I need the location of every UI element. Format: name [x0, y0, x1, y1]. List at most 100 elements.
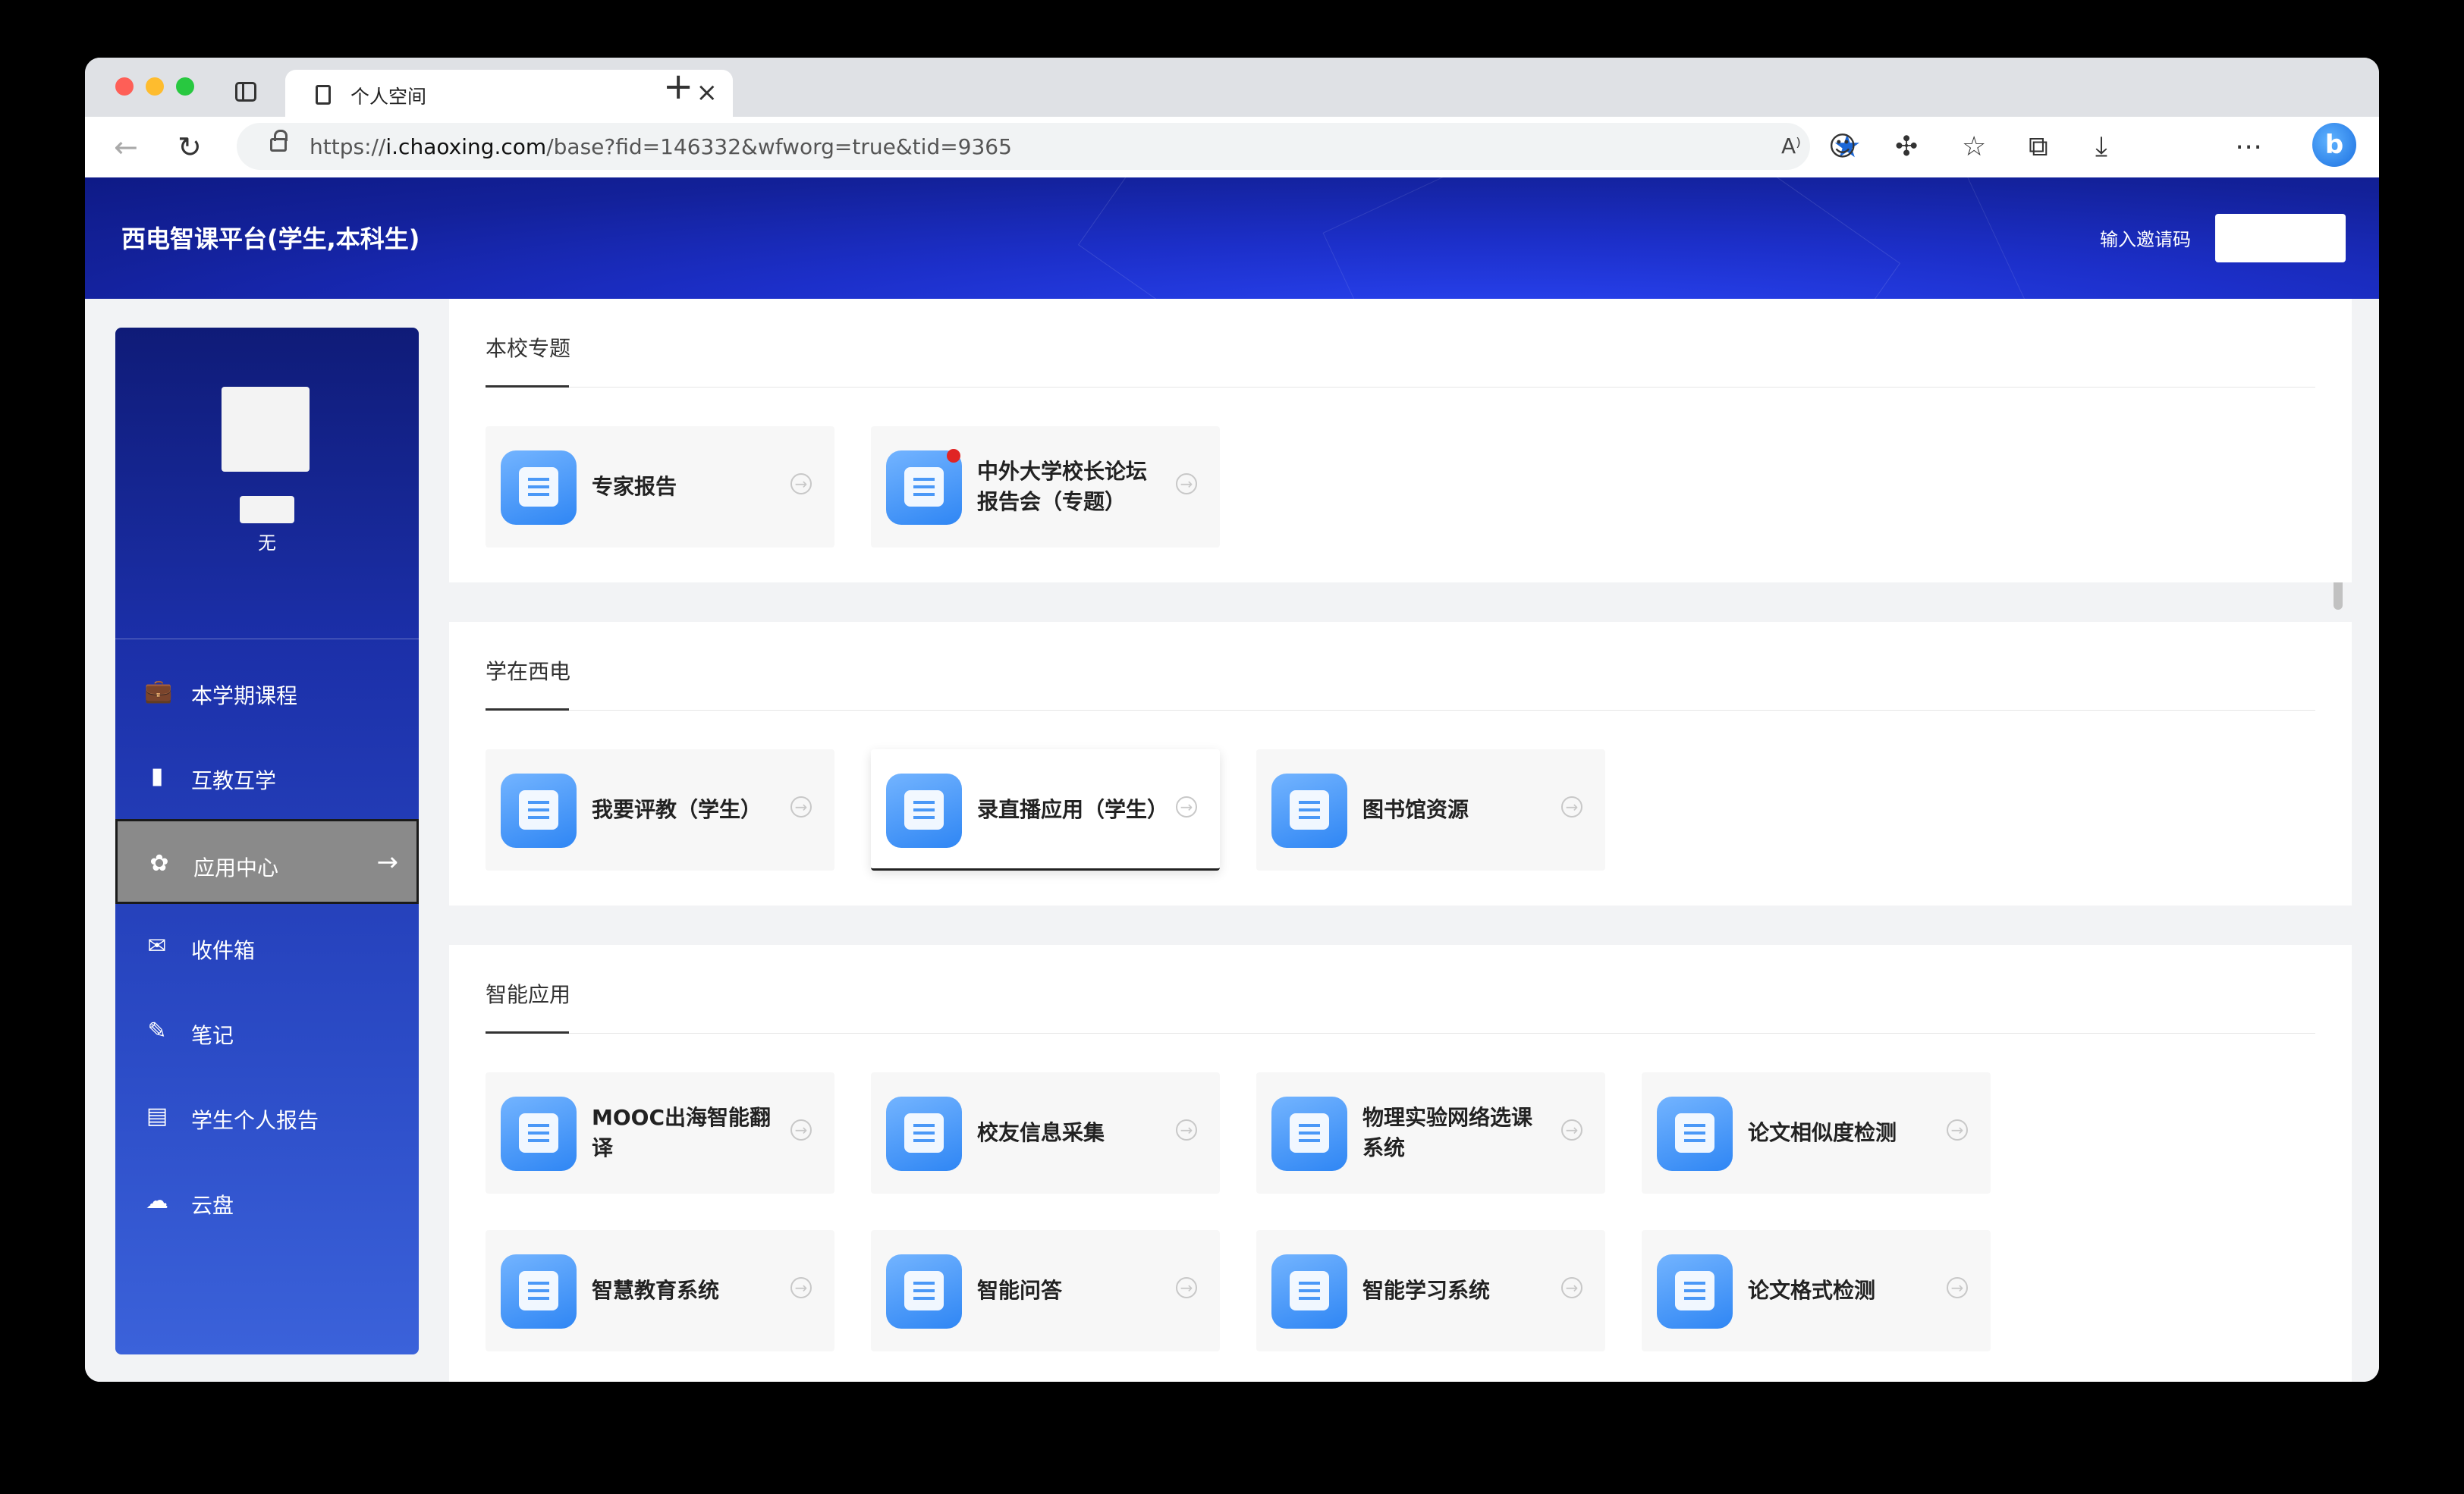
- icon-glyph: [519, 1271, 558, 1310]
- browser-toolbar: ← ↻ https://i.chaoxing.com/base?fid=1463…: [85, 117, 2379, 178]
- sidebar-item-7[interactable]: ☁ 云盘: [115, 1159, 419, 1244]
- arrow-circle-icon[interactable]: →: [1176, 796, 1197, 818]
- app-card[interactable]: MOOC出海智能翻译 →: [486, 1072, 834, 1194]
- section-title-underline: [486, 385, 569, 388]
- avatar[interactable]: [222, 387, 310, 472]
- arrow-circle-icon[interactable]: →: [1947, 1277, 1968, 1298]
- app-card-label: 论文相似度检测: [1748, 1120, 1897, 1145]
- section-title: 本校专题: [486, 336, 571, 361]
- url-text[interactable]: https://i.chaoxing.com/base?fid=146332&w…: [310, 134, 1012, 159]
- collections-icon[interactable]: ⧉: [2029, 130, 2048, 164]
- app-card[interactable]: 智慧教育系统 →: [486, 1230, 834, 1351]
- report-icon: ▤: [146, 1103, 168, 1129]
- sidebar-item-1[interactable]: 💼 本学期课程: [115, 649, 419, 734]
- sidebar-item-4[interactable]: ✉ 收件箱: [115, 904, 419, 989]
- maximize-window-button[interactable]: [176, 77, 194, 96]
- reload-icon[interactable]: ↻: [178, 130, 202, 164]
- app-card-label: 专家报告: [592, 474, 677, 499]
- app-card[interactable]: 智能学习系统 →: [1256, 1230, 1605, 1351]
- mail-icon: ✉: [147, 933, 167, 959]
- arrow-circle-icon[interactable]: →: [1947, 1119, 1968, 1141]
- section-title: 智能应用: [486, 982, 571, 1007]
- app-card[interactable]: 中外大学校长论坛报告会（专题） →: [871, 426, 1220, 548]
- document-icon: [501, 774, 577, 848]
- lock-icon[interactable]: [270, 130, 288, 152]
- arrow-circle-icon[interactable]: →: [790, 1277, 812, 1298]
- icon-glyph: [1290, 1113, 1329, 1153]
- extension-avatar-icon[interactable]: ☺: [1828, 130, 1857, 164]
- app-card[interactable]: 校友信息采集 →: [871, 1072, 1220, 1194]
- sidebar-item-2[interactable]: ▮ 互教互学: [115, 734, 419, 819]
- paper-search-icon: [1657, 1097, 1733, 1171]
- section-divider: [486, 387, 2315, 388]
- arrow-circle-icon[interactable]: →: [1561, 1119, 1582, 1141]
- read-aloud-icon[interactable]: A⁾: [1781, 133, 1801, 159]
- app-card[interactable]: 智能问答 →: [871, 1230, 1220, 1351]
- arrow-circle-icon[interactable]: →: [790, 796, 812, 818]
- arrow-right-icon: →: [376, 847, 399, 877]
- address-bar[interactable]: https://i.chaoxing.com/base?fid=146332&w…: [237, 123, 1862, 170]
- icon-glyph: [904, 790, 944, 830]
- paper-check-icon: [1657, 1254, 1733, 1329]
- section-title-underline: [486, 708, 569, 711]
- section-title-underline: [486, 1031, 569, 1034]
- icon-glyph: [904, 467, 944, 507]
- app-card[interactable]: 录直播应用（学生） →: [871, 749, 1220, 871]
- arrow-circle-icon[interactable]: →: [1561, 1277, 1582, 1298]
- new-tab-icon[interactable]: +: [663, 65, 693, 108]
- app-card[interactable]: 论文相似度检测 →: [1642, 1072, 1991, 1194]
- sidebar-item-3[interactable]: ✿ 应用中心 →: [115, 819, 419, 904]
- close-window-button[interactable]: [115, 77, 134, 96]
- profile-panel: 无: [115, 328, 419, 639]
- minimize-window-button[interactable]: [146, 77, 164, 96]
- monitor-icon: [1271, 1097, 1347, 1171]
- back-icon[interactable]: ←: [114, 130, 138, 164]
- sidebar-item-5[interactable]: ✎ 笔记: [115, 989, 419, 1074]
- sidebar-toggle-icon[interactable]: [235, 82, 256, 102]
- app-card[interactable]: 图书馆资源 →: [1256, 749, 1605, 871]
- app-card[interactable]: 论文格式检测 →: [1642, 1230, 1991, 1351]
- app-card-label: 智能学习系统: [1362, 1278, 1491, 1303]
- more-menu-icon[interactable]: ⋯: [2235, 130, 2262, 164]
- section-title: 学在西电: [486, 659, 571, 684]
- app-section: 学在西电我要评教（学生） → 录直播应用（学生） → 图书馆资源 →: [449, 622, 2352, 906]
- sidebar-item-label: 学生个人报告: [191, 1108, 319, 1133]
- translate-icon: [501, 1097, 577, 1171]
- arrow-circle-icon[interactable]: →: [1176, 1277, 1197, 1298]
- invite-code-input[interactable]: [2215, 214, 2346, 262]
- extensions-icon[interactable]: ✣: [1895, 130, 1918, 164]
- video-icon: [886, 774, 962, 848]
- icon-glyph: [904, 1271, 944, 1310]
- url-prefix: https://: [310, 134, 386, 159]
- sidebar-item-label: 云盘: [191, 1193, 234, 1218]
- app-card[interactable]: 我要评教（学生） →: [486, 749, 834, 871]
- desktop-icon: [1271, 1254, 1347, 1329]
- app-card-label: 校友信息采集: [977, 1120, 1105, 1145]
- arrow-circle-icon[interactable]: →: [1176, 1119, 1197, 1141]
- browser-window: 个人空间 × + ← ↻ https://i.chaoxing.com/base…: [85, 58, 2379, 1382]
- arrow-circle-icon[interactable]: →: [1561, 796, 1582, 818]
- url-path: /base?fid=146332&wfworg=true&tid=9365: [546, 134, 1012, 159]
- download-icon[interactable]: ⤓: [2095, 130, 2107, 164]
- icon-glyph: [1290, 1271, 1329, 1310]
- app-card[interactable]: 物理实验网络选课系统 →: [1256, 1072, 1605, 1194]
- app-section: 本校专题 专家报告 → 中外大学校长论坛报告会（专题） →: [449, 299, 2352, 582]
- url-host: i.chaoxing.com: [385, 134, 547, 159]
- sidebar-menu: 💼 本学期课程 ▮ 互教互学 ✿ 应用中心 → ✉ 收件箱 ✎ 笔记 ▤ 学生个人报告 ☁ 云盘: [115, 649, 419, 1244]
- arrow-circle-icon[interactable]: →: [790, 473, 812, 494]
- section-divider: [486, 710, 2315, 711]
- tab-close-icon[interactable]: ×: [696, 77, 718, 108]
- arrow-circle-icon[interactable]: →: [790, 1119, 812, 1141]
- sidebar-item-6[interactable]: ▤ 学生个人报告: [115, 1074, 419, 1159]
- invite-code-label: 输入邀请码: [2100, 229, 2191, 250]
- app-card[interactable]: 专家报告 →: [486, 426, 834, 548]
- sidebar-item-label: 收件箱: [191, 938, 256, 963]
- sidebar-item-label: 互教互学: [191, 768, 277, 793]
- note-icon: ✎: [147, 1018, 167, 1044]
- clipboard-icon: [886, 1097, 962, 1171]
- briefcase-icon: 💼: [144, 678, 173, 705]
- arrow-circle-icon[interactable]: →: [1176, 473, 1197, 494]
- favorites-icon[interactable]: ☆: [1962, 130, 1986, 164]
- sidebar-item-label: 应用中心: [193, 855, 279, 880]
- bing-copilot-icon[interactable]: b: [2312, 123, 2356, 167]
